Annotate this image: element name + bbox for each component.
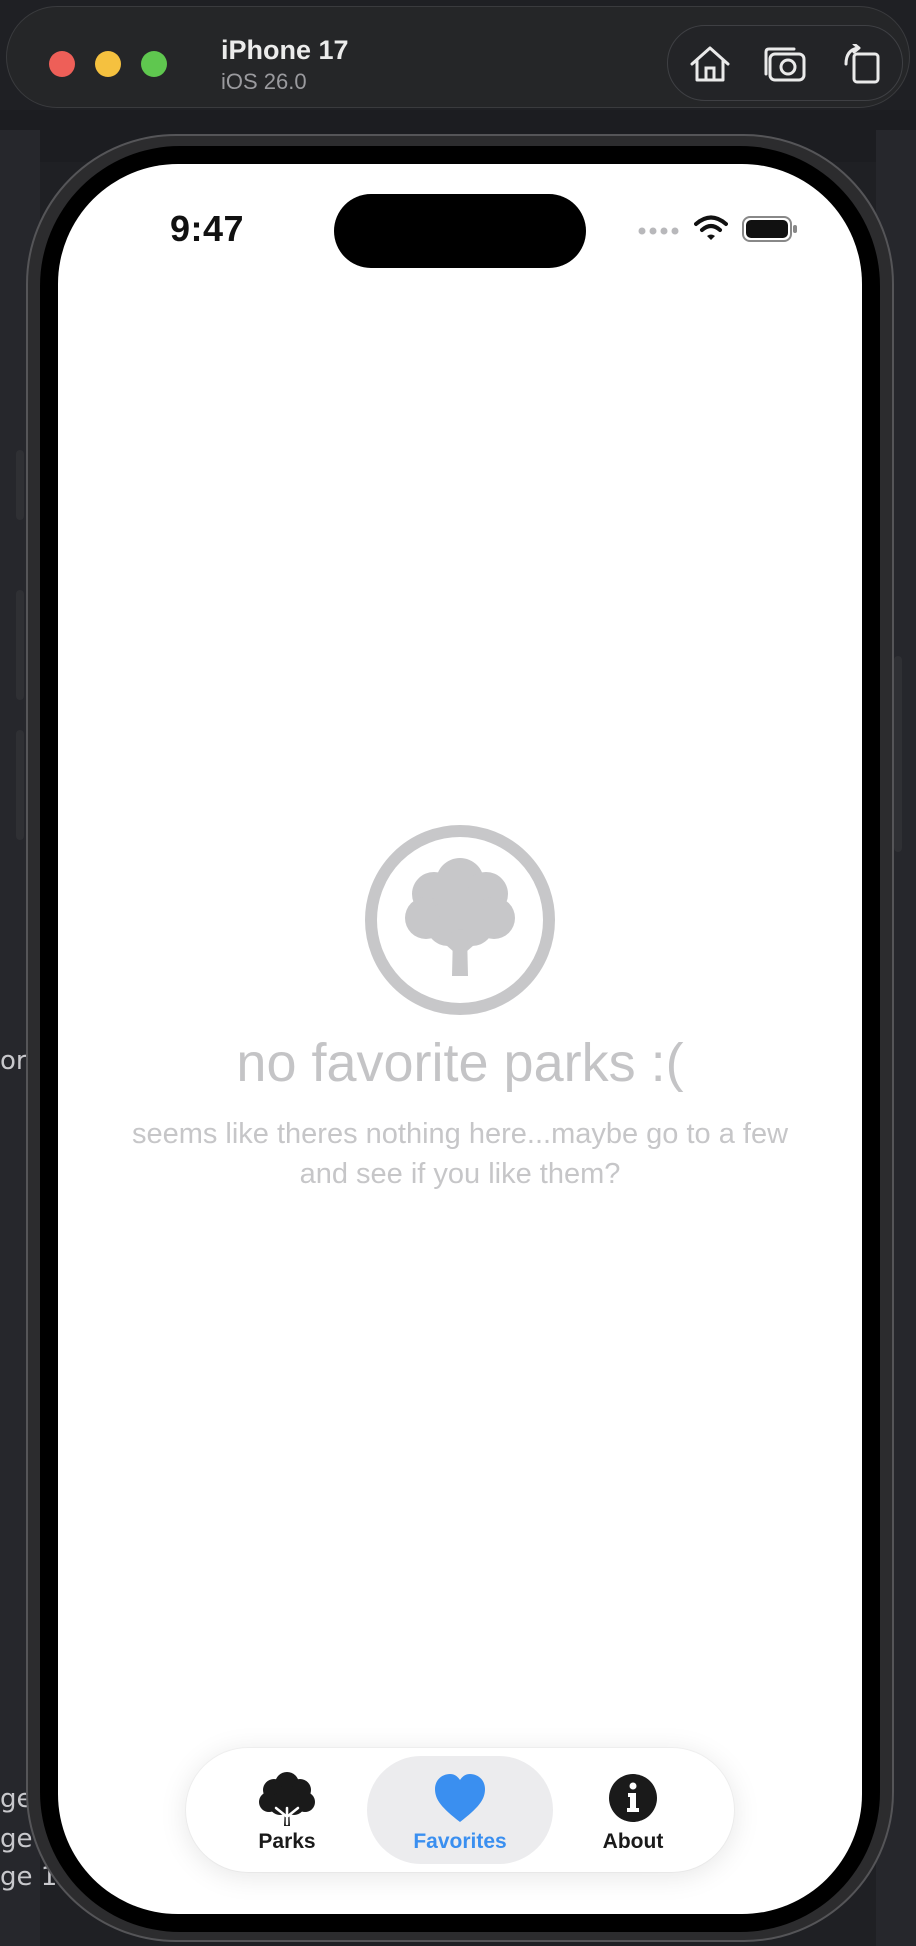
tree-icon: [259, 1772, 315, 1826]
zoom-window-button[interactable]: [141, 51, 167, 77]
tab-about[interactable]: About: [540, 1756, 726, 1864]
action-button: [16, 450, 24, 520]
screenshot-button[interactable]: [764, 44, 808, 84]
background-text-fragment: or: [0, 1046, 27, 1076]
dynamic-island: [334, 194, 586, 268]
empty-state-subtitle: seems like theres nothing here...maybe g…: [131, 1118, 789, 1190]
os-version: iOS 26.0: [221, 69, 307, 94]
tab-favorites-label: Favorites: [413, 1830, 507, 1853]
tree-circle-icon: [365, 825, 555, 1015]
home-icon: [690, 46, 730, 82]
info-icon: [609, 1774, 657, 1822]
tab-about-label: About: [602, 1830, 664, 1853]
close-window-button[interactable]: [49, 51, 75, 77]
home-button[interactable]: [688, 44, 732, 84]
volume-down-button: [16, 730, 24, 840]
heart-icon: [435, 1774, 485, 1822]
simulator-controls: [667, 25, 903, 101]
tab-favorites[interactable]: Favorites: [367, 1756, 553, 1864]
side-power-button: [894, 656, 902, 852]
rotate-button[interactable]: [840, 42, 884, 84]
empty-state-title: no favorite parks :(: [236, 1033, 684, 1093]
status-time: 9:47: [170, 208, 245, 249]
minimize-window-button[interactable]: [95, 51, 121, 77]
tab-bar: Parks Favorites About: [186, 1748, 734, 1872]
battery-icon: [742, 216, 797, 242]
wifi-icon: [694, 215, 728, 240]
status-icons: [638, 214, 798, 244]
screenshot-camera-icon: [764, 47, 806, 82]
simulator-title-bar: iPhone 17 iOS 26.0: [6, 6, 910, 108]
tab-parks[interactable]: Parks: [194, 1756, 380, 1864]
tab-parks-label: Parks: [258, 1830, 316, 1853]
background-text-fragment: ge: [0, 1824, 33, 1854]
device-name: iPhone 17: [221, 35, 349, 65]
volume-up-button: [16, 590, 24, 700]
rotate-icon: [844, 42, 880, 84]
cellular-dots-icon: [638, 227, 679, 235]
phone-screen: 9:47 no favorite parks:(seems like the…: [58, 164, 862, 1914]
